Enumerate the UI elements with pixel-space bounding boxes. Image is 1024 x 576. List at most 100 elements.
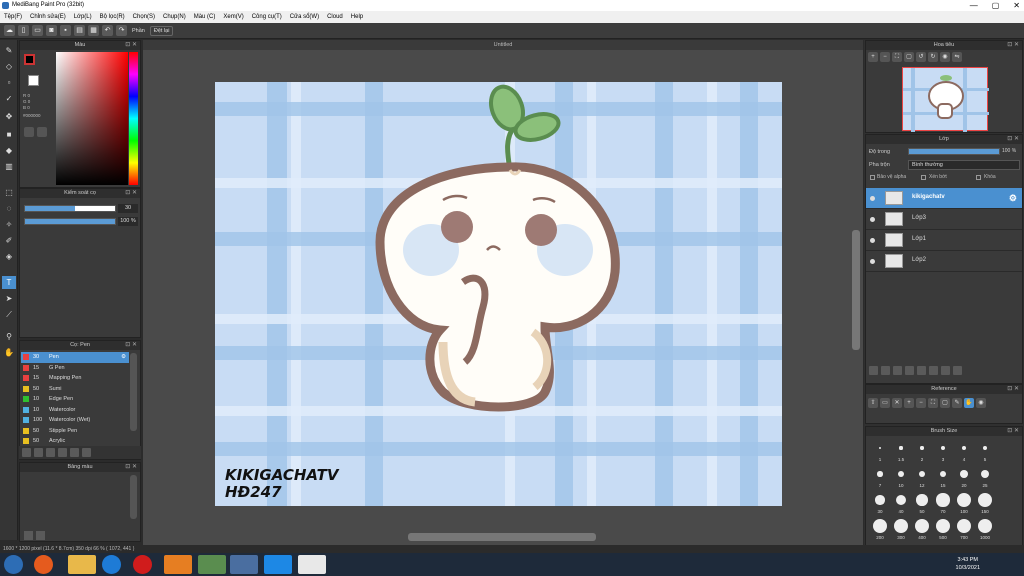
eye-icon[interactable] (870, 259, 875, 264)
lasso-tool-icon[interactable]: ◌ (2, 202, 16, 215)
reset-button[interactable]: Đệt lại (149, 25, 174, 36)
brush-size-preset[interactable] (873, 519, 887, 533)
brush-size-preset[interactable] (982, 445, 988, 451)
brush-size-preset[interactable] (960, 470, 968, 478)
fill-tool-icon[interactable]: ◆ (2, 144, 16, 157)
operation-tool-icon[interactable]: ➤ (2, 292, 16, 305)
open-icon[interactable]: ▭ (32, 25, 43, 36)
select-tool-icon[interactable]: ⬚ (2, 186, 16, 199)
select-eraser-icon[interactable]: ◈ (2, 250, 16, 263)
palette-add-icon[interactable] (24, 531, 33, 540)
menu-cloud[interactable]: Cloud (327, 11, 343, 23)
document-tab[interactable]: Untitled (143, 40, 863, 50)
brush-row[interactable]: 30 Pen ⚙ (21, 352, 129, 363)
hand-tool-icon[interactable]: ✋ (2, 346, 16, 359)
brush-list-scrollbar[interactable] (130, 353, 137, 431)
palette-delete-icon[interactable] (36, 531, 45, 540)
eraser-tool-icon[interactable]: ◇ (2, 60, 16, 73)
layer-folder-icon[interactable] (917, 366, 926, 375)
layer-row-lop2[interactable]: Lớp2 (866, 251, 1022, 272)
upload-icon[interactable] (22, 448, 31, 457)
actual-size-icon[interactable]: ▢ (904, 52, 914, 62)
blend-mode-select[interactable]: Bình thường (908, 160, 1020, 170)
gradient-tool-icon[interactable]: ▥ (2, 160, 16, 173)
new-halftone-layer-icon[interactable] (881, 366, 890, 375)
app-icon-green[interactable] (198, 555, 226, 574)
drawing-canvas[interactable]: KIKIGACHATV HĐ247 (215, 82, 782, 506)
layer-row-lop1[interactable]: Lớp1 (866, 230, 1022, 251)
fit-icon[interactable]: ⛶ (892, 52, 902, 62)
hue-slider[interactable] (129, 52, 138, 185)
brush-size-preset[interactable] (978, 493, 992, 507)
brush-size-preset[interactable] (920, 446, 924, 450)
protect-alpha-checkbox[interactable] (870, 175, 875, 180)
gear-icon[interactable]: ⚙ (1009, 193, 1017, 204)
flip-icon[interactable]: ⇋ (952, 52, 962, 62)
select-pen-icon[interactable]: ✐ (2, 234, 16, 247)
copy-icon[interactable] (70, 448, 79, 457)
brush-size-preset[interactable] (936, 519, 950, 533)
brush-size-preset[interactable] (978, 519, 992, 533)
clipping-checkbox[interactable] (921, 175, 926, 180)
minimize-button[interactable]: — (970, 0, 978, 11)
layer-menu-icon[interactable] (905, 366, 914, 375)
ref-zoom-out-icon[interactable]: − (916, 398, 926, 408)
brush-row[interactable]: 15 G Pen (21, 363, 129, 374)
divide-tool-icon[interactable]: ⟋ (2, 308, 16, 321)
brush-size-preset[interactable] (899, 446, 903, 450)
brush-size-preset[interactable] (878, 446, 882, 450)
saturation-value-picker[interactable] (56, 52, 128, 185)
brush-size-preset[interactable] (939, 470, 947, 478)
eye-icon[interactable] (870, 217, 875, 222)
brush-row[interactable]: 50 Sumi (21, 384, 129, 395)
start-button-icon[interactable] (4, 555, 23, 574)
computer-icon[interactable] (230, 555, 258, 574)
gear-icon[interactable]: ⚙ (121, 352, 126, 363)
navigator-thumbnail[interactable] (902, 67, 989, 132)
chat-icon[interactable]: ◙ (46, 25, 57, 36)
menu-help[interactable]: Help (351, 11, 363, 23)
canvas-horizontal-scrollbar[interactable] (408, 533, 596, 541)
move-tool-icon[interactable]: ✥ (2, 110, 16, 123)
delete-icon[interactable] (82, 448, 91, 457)
eye-icon[interactable] (870, 196, 875, 201)
zalo-icon[interactable] (264, 555, 292, 574)
duplicate-layer-icon[interactable] (929, 366, 938, 375)
brush-row[interactable]: 100 Watercolor (Wet) (21, 415, 129, 426)
system-clock[interactable]: 3:43 PM 10/3/2021 (956, 556, 980, 572)
brush-size-preset[interactable] (916, 494, 928, 506)
maximize-button[interactable]: ▢ (992, 0, 1000, 11)
menu-window[interactable]: Cửa sổ(W) (290, 11, 319, 23)
ref-hand-icon[interactable]: ✋ (964, 398, 974, 408)
color-swap-icon[interactable] (37, 127, 47, 137)
menu-color[interactable]: Màu (C) (194, 11, 216, 23)
brush-row[interactable]: 10 Edge Pen (21, 394, 129, 405)
ref-zoom-in-icon[interactable]: + (904, 398, 914, 408)
brush-size-value[interactable]: 30 (118, 204, 138, 213)
menu-file[interactable]: Tệp(F) (4, 11, 22, 23)
lock-checkbox[interactable] (976, 175, 981, 180)
brush-size-preset[interactable] (915, 519, 929, 533)
media-player-icon[interactable] (164, 555, 192, 574)
dot-tool-icon[interactable]: ▫ (2, 76, 16, 89)
firefox-icon[interactable] (34, 555, 53, 574)
magic-wand-icon[interactable]: ✧ (2, 218, 16, 231)
brush-opacity-slider[interactable] (24, 218, 116, 225)
brush-size-preset[interactable] (957, 493, 971, 507)
layer-row-kikigachatv[interactable]: kikigachatv ⚙ (866, 188, 1022, 209)
save-icon[interactable]: ▪ (60, 25, 71, 36)
ref-close-icon[interactable]: ✕ (892, 398, 902, 408)
rotate-right-icon[interactable]: ↻ (928, 52, 938, 62)
brush-size-slider[interactable] (24, 205, 116, 212)
brush-size-preset[interactable] (877, 471, 883, 477)
ref-actual-icon[interactable]: ▢ (940, 398, 950, 408)
redo-icon[interactable]: ↷ (116, 25, 127, 36)
brush-row[interactable]: 50 Acrylic (21, 436, 129, 447)
background-color-swatch[interactable] (28, 75, 39, 86)
ref-reset-icon[interactable]: ◉ (976, 398, 986, 408)
brush-size-preset[interactable] (941, 446, 945, 450)
canvas-vertical-scrollbar[interactable] (852, 230, 860, 350)
new-layer-icon[interactable] (869, 366, 878, 375)
zoom-in-icon[interactable]: + (868, 52, 878, 62)
folder-icon[interactable] (58, 448, 67, 457)
